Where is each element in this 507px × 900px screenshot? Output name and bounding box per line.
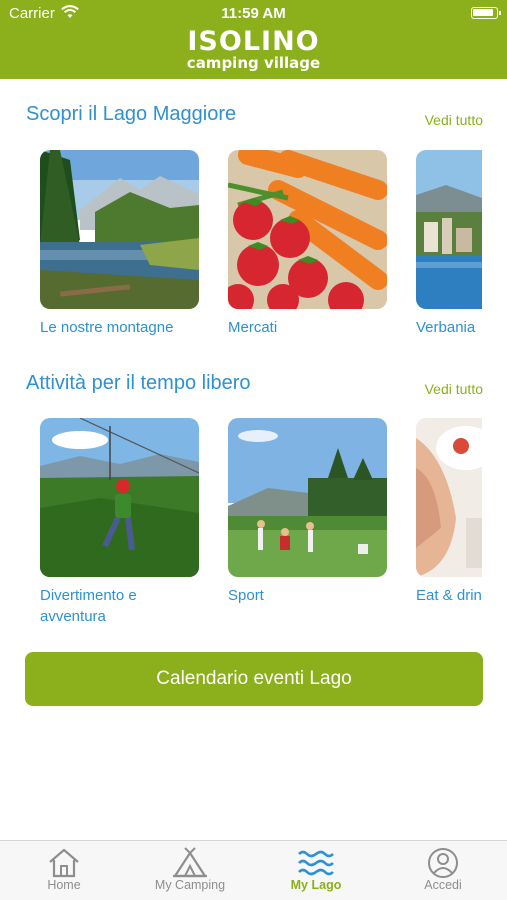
- tab-label: My Lago: [290, 878, 342, 892]
- person-icon: [425, 847, 461, 879]
- strawberries-carrots-image: [228, 150, 387, 309]
- tab-home[interactable]: Home: [1, 841, 127, 900]
- card-label: Eat & drink: [416, 587, 482, 604]
- tab-label: Accedi: [424, 878, 462, 892]
- section-title-lago: Scopri il Lago Maggiore: [26, 103, 237, 125]
- lakeside-town-image: [416, 150, 482, 309]
- tent-icon: [172, 847, 208, 879]
- app-header: Carrier 11:59 AM ISOLINO camping village: [0, 0, 507, 79]
- golf-field-image: [228, 418, 387, 577]
- zipline-image: [40, 418, 199, 577]
- calendar-events-button[interactable]: Calendario eventi Lago: [25, 652, 483, 706]
- see-all-link-attivita[interactable]: Vedi tutto: [425, 381, 483, 397]
- battery-icon: [471, 7, 501, 19]
- card-divertimento[interactable]: Divertimento e avventura: [40, 418, 199, 627]
- brand-logo: ISOLINO camping village: [0, 27, 507, 71]
- clock: 11:59 AM: [221, 5, 286, 22]
- card-mercati[interactable]: Mercati: [228, 150, 387, 338]
- card-eat-drink[interactable]: Eat & drink: [416, 418, 482, 606]
- tab-my-camping[interactable]: My Camping: [127, 841, 253, 900]
- see-all-link-lago[interactable]: Vedi tutto: [425, 112, 483, 128]
- tab-my-lago[interactable]: My Lago: [253, 841, 379, 900]
- card-montagne[interactable]: Le nostre montagne: [40, 150, 199, 338]
- card-label: Divertimento e avventura: [40, 585, 199, 627]
- card-label: Verbania: [416, 319, 476, 336]
- dining-image: [416, 418, 482, 577]
- waves-icon: [298, 847, 334, 879]
- tab-label: My Camping: [154, 878, 226, 892]
- card-sport[interactable]: Sport: [228, 418, 387, 606]
- card-label-line2: avventura: [40, 608, 106, 625]
- section-title-attivita: Attività per il tempo libero: [26, 372, 251, 394]
- brand-tagline: camping village: [186, 54, 321, 72]
- status-bar: Carrier 11:59 AM: [0, 0, 507, 28]
- tab-bar: Home My Camping My Lago Accedi: [0, 840, 507, 900]
- brand-name: ISOLINO: [187, 26, 320, 57]
- card-label: Le nostre montagne: [40, 319, 174, 336]
- card-label: Sport: [228, 587, 264, 604]
- house-icon: [46, 847, 82, 879]
- card-verbania[interactable]: Verbania: [416, 150, 482, 338]
- tab-label: Home: [47, 878, 81, 892]
- card-label: Mercati: [228, 319, 278, 336]
- card-label-line1: Divertimento e: [40, 587, 137, 604]
- mountain-lake-image: [40, 150, 199, 309]
- tab-accedi[interactable]: Accedi: [380, 841, 506, 900]
